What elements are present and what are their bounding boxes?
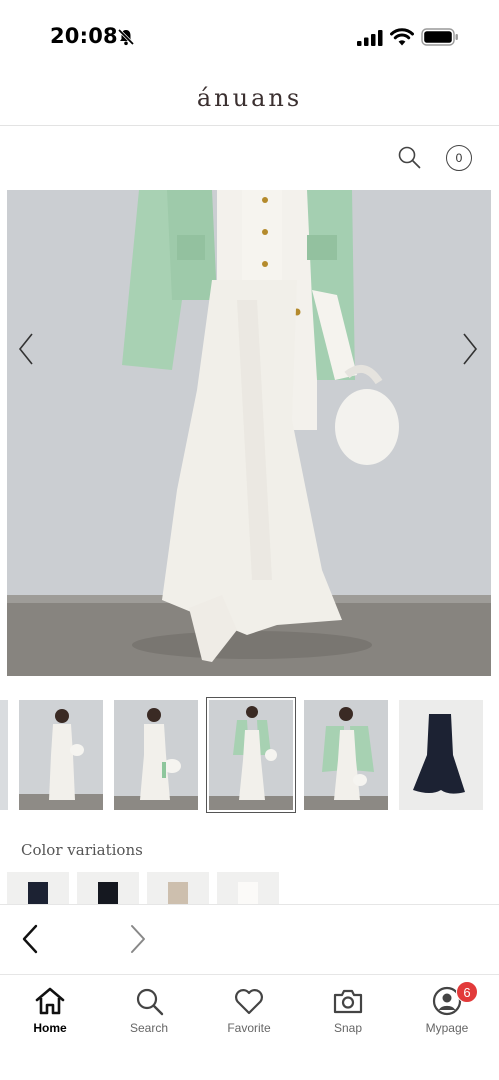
tab-search-label: Search [129,1021,169,1035]
cart-count-badge[interactable]: 0 [446,145,472,171]
thumbnail-strip [0,694,499,816]
chevron-left-icon[interactable] [14,330,38,368]
thumbnail-1[interactable] [19,700,103,810]
color-swatch-black[interactable] [77,872,139,904]
signal-icon [357,30,383,46]
tab-search[interactable]: Search [99,975,199,1045]
main-product-image[interactable] [7,190,491,676]
color-variations-title: Color variations [21,841,143,859]
status-bar: 20:08 [0,0,499,74]
tab-favorite[interactable]: Favorite [199,975,299,1045]
back-arrow-icon[interactable] [18,922,42,956]
tab-bar: Home Search Favorite Snap 6 Mypage [0,974,499,1080]
home-icon [35,987,65,1015]
product-photo [7,190,491,676]
tab-home-label: Home [33,1021,67,1035]
thumbnail-partial[interactable] [0,700,8,810]
search-icon[interactable] [397,145,421,169]
mypage-notification-badge: 6 [456,981,478,1003]
chevron-right-icon[interactable] [458,330,482,368]
tab-snap[interactable]: Snap [298,975,398,1045]
color-swatch-navy[interactable] [7,872,69,904]
thumbnail-5[interactable] [399,700,483,810]
thumbnail-3-selected[interactable] [206,697,296,813]
thumbnail-4[interactable] [304,700,388,810]
status-time: 20:08 [50,24,118,48]
wifi-icon [390,28,414,46]
bell-slash-icon [117,28,135,46]
color-swatch-white[interactable] [217,872,279,904]
tab-mypage-label: Mypage [425,1021,469,1035]
color-swatch-beige[interactable] [147,872,209,904]
browser-navigation-bar [0,904,499,974]
brand-header: ánuans [0,74,499,126]
tab-favorite-label: Favorite [227,1021,271,1035]
heart-icon [235,989,263,1015]
search-icon [136,988,164,1016]
thumbnail-2[interactable] [114,700,198,810]
battery-icon [421,28,458,46]
tab-snap-label: Snap [333,1021,363,1035]
forward-arrow-icon[interactable] [126,922,150,956]
camera-icon [333,989,363,1014]
tab-mypage[interactable]: 6 Mypage [397,975,497,1045]
tab-home[interactable]: Home [0,975,100,1045]
brand-logo[interactable]: ánuans [0,84,499,112]
